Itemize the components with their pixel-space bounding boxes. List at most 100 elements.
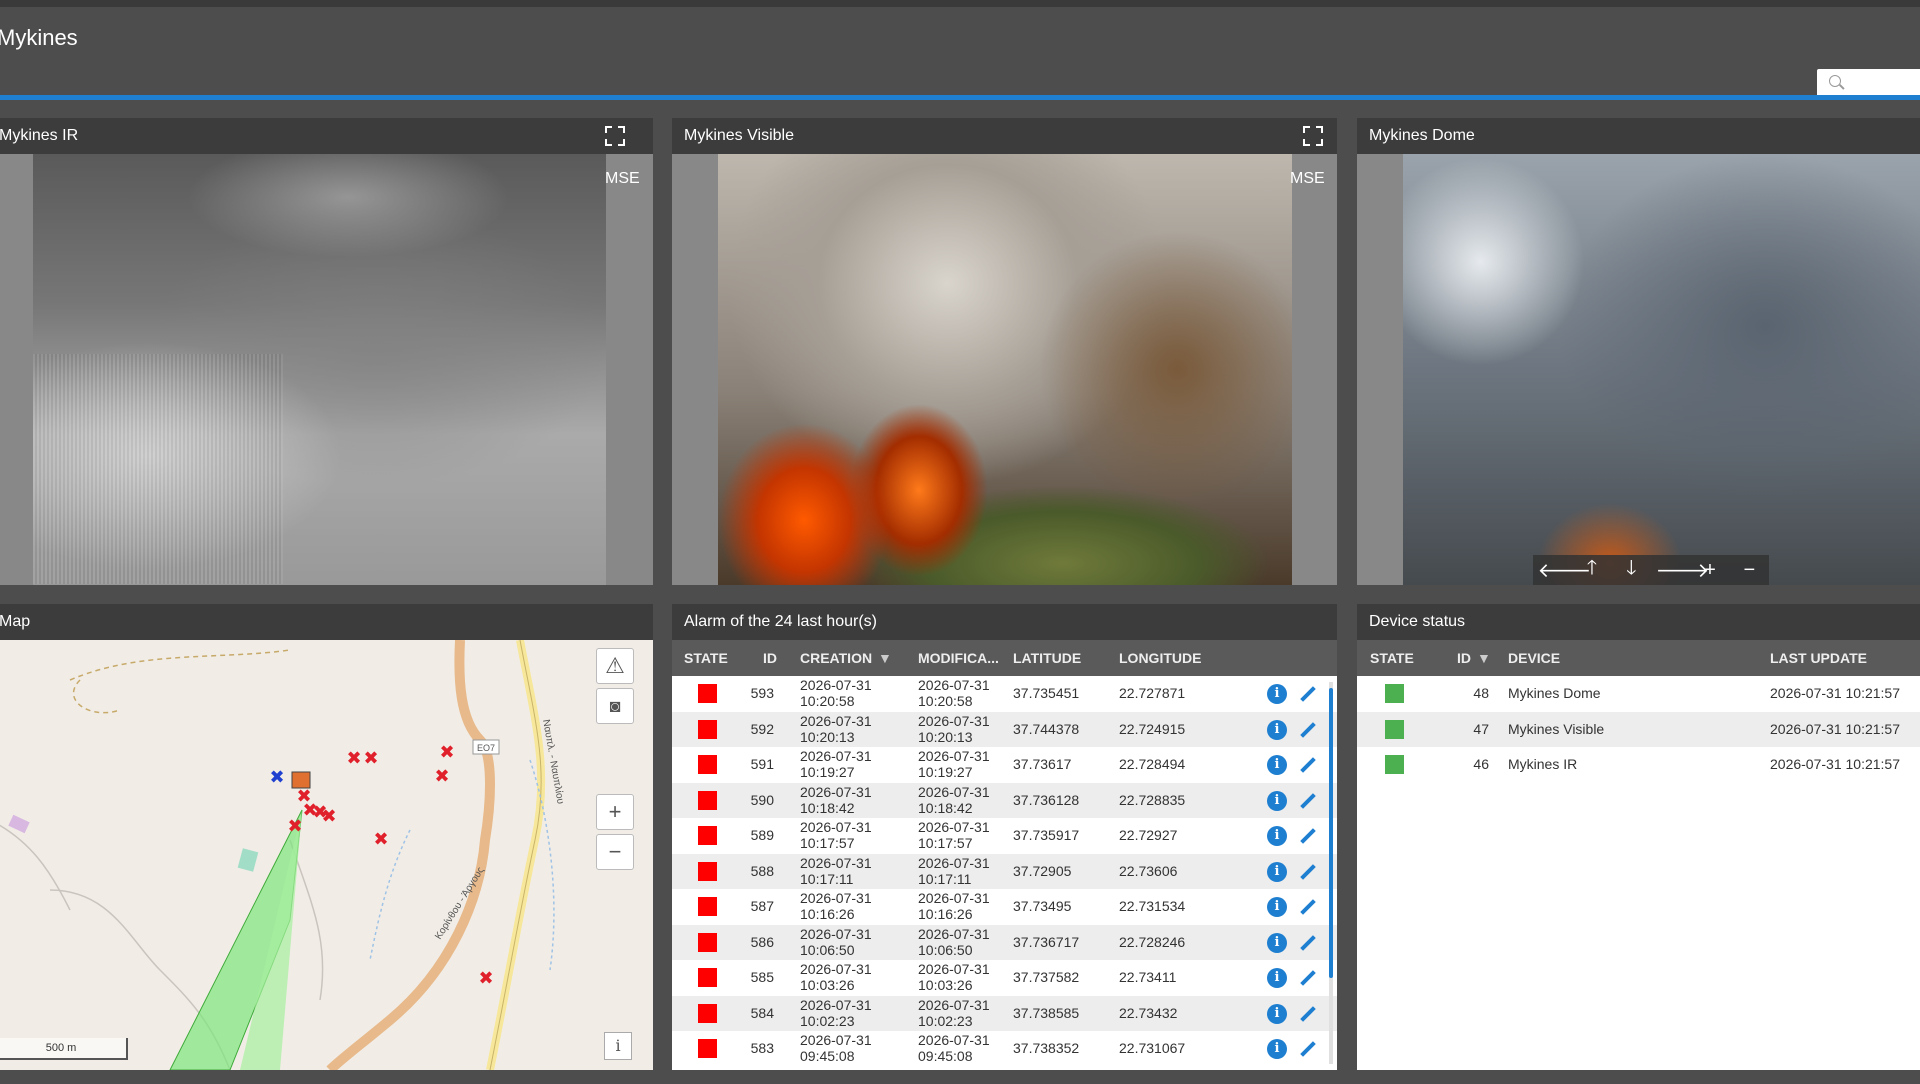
table-row[interactable]: 588 2026-07-31 10:17:11 2026-07-31 10:17:11 3… [672,853,1337,889]
tilt-up-icon[interactable]: 🡑 [1577,553,1607,585]
info-icon[interactable]: i [1267,968,1287,988]
creation-date: 2026-07-31 10:20:13 [800,712,872,745]
top-bar: Mykines [0,0,1920,97]
search-box[interactable] [1817,69,1920,97]
zoom-in-icon[interactable]: + [1695,559,1725,582]
table-row[interactable]: 592 2026-07-31 10:20:13 2026-07-31 10:20:13 3… [672,711,1337,747]
col-last-update[interactable]: LAST UPDATE [1770,650,1867,666]
tilt-down-icon[interactable]: 🡓 [1616,553,1646,585]
col-creation[interactable]: CREATION [800,650,872,666]
alarm-id: 590 [750,791,774,808]
info-icon[interactable]: i [1267,1003,1287,1024]
map-layer: ✖ ✖ ✖✖ ✖✖✖ ✖✖ ✖✖ ✖ ΕΟ7 Ναυπλ. - Ναυπλίου … [0,640,567,1070]
info-icon[interactable]: i [1267,755,1287,775]
table-row[interactable]: 46 Mykines IR 2026-07-31 10:21:57 [1357,747,1920,783]
edit-icon[interactable] [1296,862,1316,882]
device-panel: Device status STATE ID ▼ DEVICE LAST UPD… [1357,604,1920,1070]
info-icon[interactable]: i [1267,861,1287,882]
state-indicator [698,719,717,739]
col-state[interactable]: STATE [684,650,728,666]
latitude: 37.735451 [1013,685,1080,701]
info-icon[interactable]: i [1267,719,1287,740]
edit-icon[interactable] [1296,968,1316,988]
pan-right-icon[interactable]: 🡒 [1656,558,1710,583]
zoom-in-button[interactable]: + [596,794,634,830]
creation-date: 2026-07-31 10:20:58 [800,677,872,709]
video-viewport[interactable]: MSE [0,154,653,585]
edit-icon[interactable] [1296,1039,1316,1059]
alarm-id: 588 [750,862,774,879]
info-icon[interactable]: i [1267,826,1287,846]
table-row[interactable]: 584 2026-07-31 10:02:23 2026-07-31 10:02:23 3… [672,995,1337,1031]
last-update: 2026-07-31 10:21:57 [1770,756,1900,772]
col-id[interactable]: ID [1457,650,1471,666]
zoom-out-button[interactable]: − [596,834,634,870]
info-icon[interactable]: i [1267,684,1287,704]
fullscreen-icon[interactable] [1303,126,1323,146]
info-icon[interactable]: i [1267,1039,1287,1059]
alarm-id: 583 [750,1040,774,1056]
device-table-header: STATE ID ▼ DEVICE LAST UPDATE [1357,640,1920,676]
camera-icon: ◙ [609,695,621,716]
info-icon[interactable]: i [1267,932,1287,953]
col-latitude[interactable]: LATITUDE [1013,650,1081,666]
fullscreen-icon[interactable] [605,126,625,146]
table-row[interactable]: 586 2026-07-31 10:06:50 2026-07-31 10:06:50 3… [672,924,1337,960]
col-longitude[interactable]: LONGITUDE [1119,650,1201,666]
info-icon[interactable]: i [1267,790,1287,811]
creation-date: 2026-07-31 10:17:11 [800,854,872,887]
edit-icon[interactable] [1296,791,1316,811]
device-name: Mykines Visible [1508,720,1605,737]
alarm-id: 585 [750,969,774,985]
edit-icon[interactable] [1296,1004,1316,1024]
video-viewport[interactable]: 🡐 🡑 🡓 🡒 + − [1357,154,1920,585]
edit-icon[interactable] [1296,755,1316,775]
scrollbar-thumb[interactable] [1329,688,1333,978]
alarm-id: 586 [750,933,774,950]
table-row[interactable]: 590 2026-07-31 10:18:42 2026-07-31 10:18:42 3… [672,782,1337,818]
alarm-id: 587 [750,898,774,914]
col-id[interactable]: ID [763,650,777,666]
table-row[interactable]: 585 2026-07-31 10:03:26 2026-07-31 10:03:26 3… [672,960,1337,996]
edit-icon[interactable] [1296,897,1316,917]
alert-layer-button[interactable]: ⚠ [596,648,634,684]
edit-icon[interactable] [1296,826,1316,846]
edit-icon[interactable] [1296,684,1316,704]
zoom-out-icon[interactable]: − [1734,559,1764,582]
info-icon[interactable]: i [1267,897,1287,917]
map-info-button[interactable]: i [604,1032,632,1060]
pan-left-icon[interactable]: 🡐 [1538,558,1592,583]
search-input[interactable] [1847,73,1920,93]
edit-icon[interactable] [1296,720,1316,740]
table-row[interactable]: 589 2026-07-31 10:17:57 2026-07-31 10:17:57 3… [672,818,1337,854]
svg-text:✖: ✖ [434,766,449,787]
longitude: 22.728246 [1119,933,1186,950]
latitude: 37.738352 [1013,1040,1080,1056]
snapshot-button[interactable]: ◙ [596,688,634,724]
search-icon [1829,75,1841,87]
map-canvas[interactable]: ✖ ✖ ✖ ✖ ✖ ✖ ✖ ✖ ✖ ✖ ✖ ✖ ΕΟ7 Ναυπλ. - Ναυπλίου … [0,640,653,1070]
table-row[interactable]: 587 2026-07-31 10:16:26 2026-07-31 10:16:26 3… [672,889,1337,925]
video-viewport[interactable]: MSE [672,154,1337,585]
longitude: 22.73606 [1119,862,1178,879]
panel-title: Mykines Dome [1369,127,1475,144]
table-row[interactable]: 593 2026-07-31 10:20:58 2026-07-31 10:20:58 3… [672,676,1337,712]
table-row[interactable]: 48 Mykines Dome 2026-07-31 10:21:57 [1357,676,1920,712]
col-state[interactable]: STATE [1370,650,1414,666]
table-row[interactable]: 583 2026-07-31 09:45:08 2026-07-31 09:45:08 3… [672,1031,1337,1067]
table-row[interactable]: 47 Mykines Visible 2026-07-31 10:21:57 [1357,711,1920,747]
scrollbar[interactable] [1329,682,1333,1064]
panel-header: Alarm of the 24 last hour(s) [672,604,1337,640]
last-update: 2026-07-31 10:21:57 [1770,720,1900,737]
svg-text:✖: ✖ [478,968,493,989]
col-modification[interactable]: MODIFICA... [918,650,999,666]
edit-icon[interactable] [1296,933,1316,953]
modification-date: 2026-07-31 10:17:11 [918,854,990,887]
state-indicator [698,968,717,987]
col-device[interactable]: DEVICE [1508,650,1560,666]
ptz-controls: 🡐 🡑 🡓 🡒 + − [1533,555,1769,585]
longitude: 22.731067 [1119,1040,1186,1056]
modification-date: 2026-07-31 10:03:26 [918,961,990,993]
table-row[interactable]: 591 2026-07-31 10:19:27 2026-07-31 10:19:27 3… [672,747,1337,783]
modification-date: 2026-07-31 10:17:57 [918,819,990,851]
